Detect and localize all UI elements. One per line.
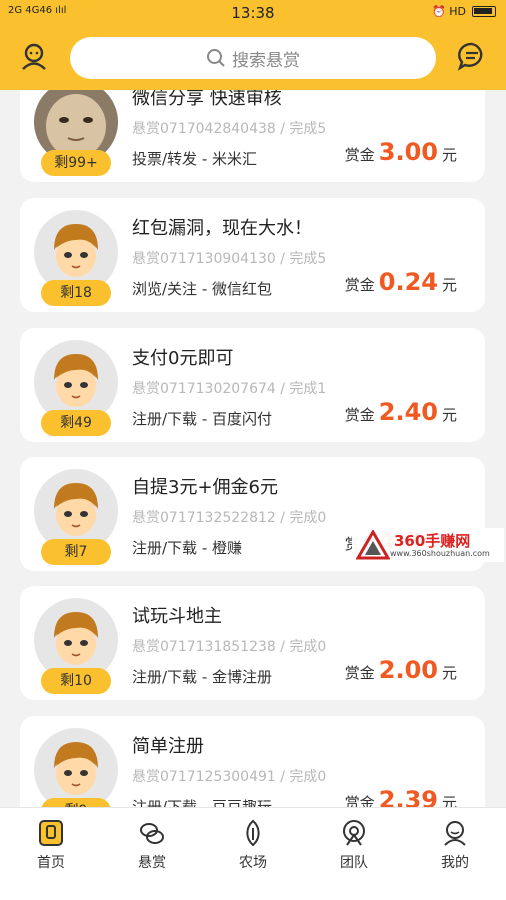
status-bar: 2G 4G46 ılıl 13:38 ⏰ HD	[0, 0, 506, 26]
nav-label: 团队	[340, 855, 368, 871]
nav-farm[interactable]: 农场	[213, 818, 293, 872]
reward-unit: 元	[441, 146, 457, 164]
avatar	[34, 728, 118, 807]
search-input[interactable]: 搜索悬赏	[70, 37, 436, 79]
reward-label: 赏金	[344, 406, 375, 424]
profile-icon	[444, 821, 466, 846]
watermark-title: 360手赚网	[394, 532, 471, 550]
task-meta: 悬赏0717042840438 / 完成5	[132, 121, 327, 137]
status-time: 13:38	[231, 4, 275, 22]
task-title: 简单注册	[132, 736, 204, 757]
remaining-badge: 剩99+	[41, 150, 111, 176]
nav-home[interactable]: 首页	[11, 818, 91, 872]
bottom-nav: 首页 悬赏 农场 团队 我的	[0, 807, 506, 900]
team-icon	[343, 820, 365, 846]
task-card[interactable]: 剩99+ 微信分享 快速审核悬赏0717042840438 / 完成5 投票/转发 …	[20, 90, 485, 182]
task-tags: 注册/下载 - 豆豆趣玩	[132, 798, 273, 807]
nav-label: 我的	[441, 855, 469, 871]
status-icons: ⏰ HD	[432, 5, 466, 18]
task-meta: 悬赏0717130904130 / 完成5	[132, 251, 327, 267]
reward-amount: 3.00	[378, 138, 438, 166]
task-tags: 注册/下载 - 百度闪付	[132, 410, 273, 428]
task-meta: 悬赏0717130207674 / 完成1	[132, 381, 327, 397]
reward-unit: 元	[441, 276, 457, 294]
reward-amount: 2.40	[378, 398, 438, 426]
task-card[interactable]: 剩49 支付0元即可悬赏0717130207674 / 完成1 注册/下载 - 百度…	[20, 328, 485, 442]
reward-amount: 2.39	[378, 786, 438, 807]
task-card[interactable]: 剩10 试玩斗地主悬赏0717131851238 / 完成0 注册/下载 - 金博注…	[20, 586, 485, 700]
reward-label: 赏金	[344, 794, 375, 807]
coins-icon	[140, 823, 164, 844]
home-icon	[39, 820, 63, 846]
watermark-url: www.360shouzhuan.com	[390, 549, 490, 558]
task-title: 试玩斗地主	[132, 606, 222, 627]
reward: 赏金 0.24 元	[345, 268, 457, 296]
watermark: 360手赚网 www.360shouzhuan.com	[352, 528, 504, 562]
task-tags: 浏览/关注 - 微信红包	[132, 280, 273, 298]
task-card[interactable]: 剩18 红包漏洞，现在大水！ 悬赏0717130904130 / 完成5 浏览/关注 …	[20, 198, 485, 312]
task-meta: 悬赏0717132522812 / 完成0	[132, 510, 327, 526]
reward-unit: 元	[441, 664, 457, 682]
search-icon	[207, 49, 225, 67]
battery-icon	[472, 6, 496, 17]
task-card[interactable]: 剩9 简单注册悬赏0717125300491 / 完成0 注册/下载 - 豆豆趣玩 赏…	[20, 716, 485, 807]
nav-team[interactable]: 团队	[314, 818, 394, 872]
remaining-badge: 剩10	[41, 668, 111, 694]
task-meta: 悬赏0717131851238 / 完成0	[132, 639, 327, 655]
task-list[interactable]: 剩99+ 微信分享 快速审核悬赏0717042840438 / 完成5 投票/转发 …	[0, 90, 506, 807]
reward: 赏金 2.39 元	[345, 786, 457, 807]
search-placeholder: 搜索悬赏	[232, 50, 300, 71]
header: 搜索悬赏	[0, 26, 506, 90]
reward-amount: 0.24	[378, 268, 438, 296]
nav-reward[interactable]: 悬赏	[112, 818, 192, 872]
task-title: 自提3元+佣金6元	[132, 477, 278, 498]
nav-label: 农场	[239, 855, 267, 871]
task-title: 支付0元即可	[132, 348, 234, 369]
task-tags: 注册/下载 - 金博注册	[132, 668, 273, 686]
reward-label: 赏金	[344, 276, 375, 294]
watermark-logo-icon	[356, 530, 390, 560]
task-tags: 注册/下载 - 橙赚	[132, 539, 243, 557]
user-icon[interactable]	[18, 40, 50, 72]
reward-label: 赏金	[344, 664, 375, 682]
nav-label: 悬赏	[138, 855, 166, 871]
remaining-badge: 剩18	[41, 280, 111, 306]
nav-profile[interactable]: 我的	[415, 818, 495, 872]
reward-unit: 元	[441, 406, 457, 424]
message-icon[interactable]	[456, 40, 488, 72]
status-right: ⏰ HD	[432, 5, 496, 18]
nav-label: 首页	[37, 855, 65, 871]
reward-amount: 2.00	[378, 656, 438, 684]
remaining-badge: 剩49	[41, 410, 111, 436]
task-title: 微信分享 快速审核	[132, 90, 282, 109]
task-tags: 投票/转发 - 米米汇	[132, 150, 258, 168]
farm-icon	[246, 819, 260, 847]
task-meta: 悬赏0717125300491 / 完成0	[132, 769, 327, 785]
remaining-badge: 剩9	[41, 798, 111, 807]
reward: 赏金 2.00 元	[345, 656, 457, 684]
reward-unit: 元	[441, 794, 457, 807]
reward: 赏金 2.40 元	[345, 398, 457, 426]
task-title: 红包漏洞，现在大水！	[132, 218, 312, 239]
remaining-badge: 剩7	[41, 539, 111, 565]
reward: 赏金 3.00 元	[345, 138, 457, 166]
reward-label: 赏金	[344, 146, 375, 164]
